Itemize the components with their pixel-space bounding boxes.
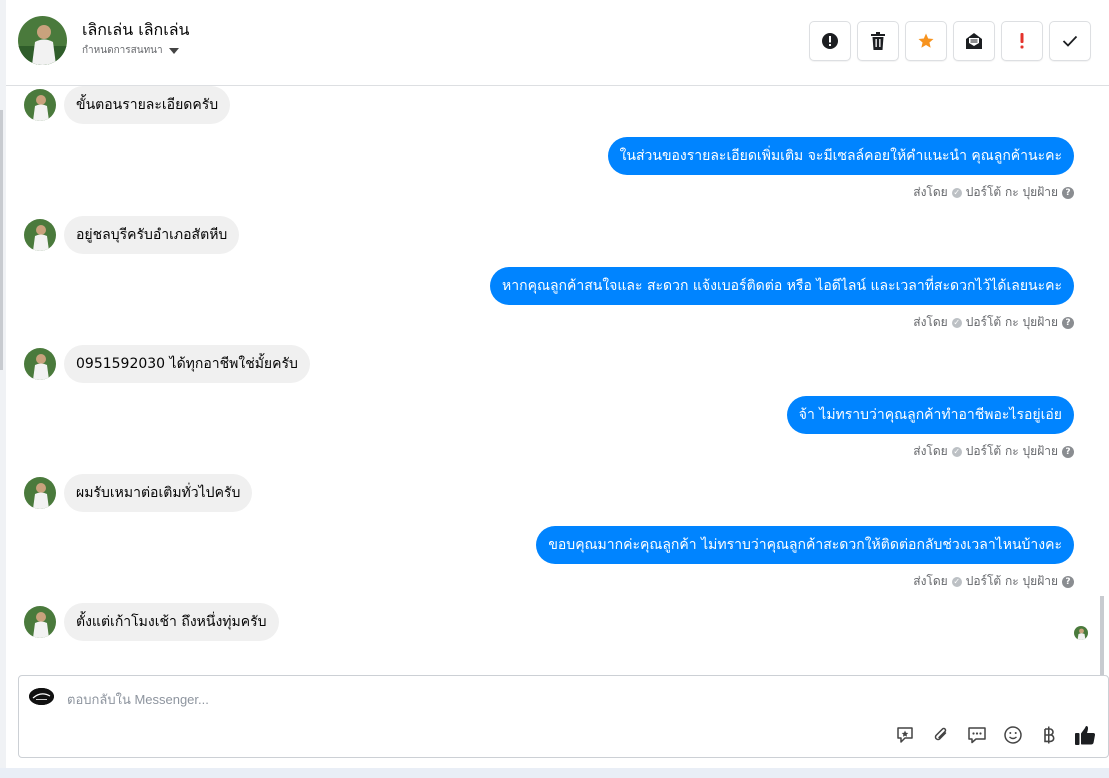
sent-by-info: ส่งโดย ✓ ปอร์โต้ กะ ปุยฝ้าย? xyxy=(490,313,1074,332)
verified-icon: ✓ xyxy=(951,187,962,198)
message-bubble-incoming: อยู่ชลบุรีครับอำเภอสัตหีบ xyxy=(64,216,240,254)
sticker-button[interactable] xyxy=(892,722,918,748)
message-bubble-incoming: ขั้นตอนรายละเอียดครับ xyxy=(64,86,231,124)
sender-avatar xyxy=(24,89,56,121)
verified-icon: ✓ xyxy=(951,576,962,587)
conversation-header: เลิกเล่น เลิกเล่น กำหนดการสนทนา xyxy=(6,0,1109,86)
conversation-settings-dropdown[interactable]: กำหนดการสนทนา xyxy=(82,43,179,58)
outgoing-message: จ้า ไม่ทราบว่าคุณลูกค้าทำอาชีพอะไรอยู่เอ… xyxy=(786,396,1074,461)
exclamation-icon xyxy=(1020,33,1024,49)
incoming-message: ขั้นตอนรายละเอียดครับ xyxy=(24,86,231,124)
check-icon xyxy=(1062,35,1078,47)
outgoing-message: ในส่วนของรายละเอียดเพิ่มเติม จะมีเซลล์คอ… xyxy=(607,137,1074,202)
mail-icon xyxy=(966,33,982,49)
message-bubble-outgoing: ในส่วนของรายละเอียดเพิ่มเติม จะมีเซลล์คอ… xyxy=(607,137,1074,175)
baht-icon xyxy=(1044,726,1055,744)
payment-button[interactable] xyxy=(1036,722,1062,748)
sent-by-info: ส่งโดย ✓ ปอร์โต้ กะ ปุยฝ้าย? xyxy=(608,183,1074,202)
sent-by-label: ส่งโดย xyxy=(913,444,948,458)
message-bubble-incoming: 0951592030 ได้ทุกอาชีพใช่มั้ยครับ xyxy=(64,345,310,383)
mark-unread-button[interactable] xyxy=(953,21,995,61)
like-button[interactable] xyxy=(1072,722,1098,748)
sender-name: ปอร์โต้ กะ ปุยฝ้าย xyxy=(965,574,1058,588)
message-bubble-outgoing: หากคุณลูกค้าสนใจและ สะดวก แจ้งเบอร์ติดต่… xyxy=(490,267,1074,305)
mark-done-button[interactable] xyxy=(1049,21,1091,61)
sender-avatar xyxy=(24,477,56,509)
sender-avatar xyxy=(24,219,56,251)
star-icon xyxy=(918,33,934,48)
star-button[interactable] xyxy=(905,21,947,61)
alert-icon xyxy=(822,33,838,49)
help-icon[interactable]: ? xyxy=(1062,316,1074,329)
alert-button[interactable] xyxy=(809,21,851,61)
reply-input[interactable]: ตอบกลับใน Messenger... xyxy=(67,689,209,710)
verified-icon: ✓ xyxy=(951,317,962,328)
emoji-icon xyxy=(1004,726,1022,744)
outgoing-message: หากคุณลูกค้าสนใจและ สะดวก แจ้งเบอร์ติดต่… xyxy=(490,267,1074,332)
incoming-message: 0951592030 ได้ทุกอาชีพใช่มั้ยครับ xyxy=(24,345,310,383)
sender-name: ปอร์โต้ กะ ปุยฝ้าย xyxy=(965,444,1058,458)
help-icon[interactable]: ? xyxy=(1062,575,1074,588)
incoming-message: ตั้งแต่เก้าโมงเช้า ถึงหนึ่งทุ่มครับ xyxy=(24,603,279,641)
page-avatar xyxy=(29,688,54,705)
attachment-icon xyxy=(934,727,947,741)
message-bubble-outgoing: ขอบคุณมากค่ะคุณลูกค้า ไม่ทราบว่าคุณลูกค้… xyxy=(536,526,1074,564)
sent-by-label: ส่งโดย xyxy=(913,574,948,588)
contact-avatar[interactable] xyxy=(18,16,67,65)
incoming-message: อยู่ชลบุรีครับอำเภอสัตหีบ xyxy=(24,216,240,254)
spam-button[interactable] xyxy=(1001,21,1043,61)
sender-name: ปอร์โต้ กะ ปุยฝ้าย xyxy=(965,185,1058,199)
verified-icon: ✓ xyxy=(951,446,962,457)
saved-replies-button[interactable] xyxy=(964,722,990,748)
message-bubble-outgoing: จ้า ไม่ทราบว่าคุณลูกค้าทำอาชีพอะไรอยู่เอ… xyxy=(786,396,1074,434)
emoji-button[interactable] xyxy=(1000,722,1026,748)
trash-icon xyxy=(871,32,885,50)
sticker-icon xyxy=(897,727,913,743)
sender-avatar xyxy=(24,348,56,380)
saved-reply-icon xyxy=(968,727,986,744)
help-icon[interactable]: ? xyxy=(1062,445,1074,458)
left-scrollbar[interactable] xyxy=(0,110,3,370)
attach-button[interactable] xyxy=(928,722,954,748)
sent-by-label: ส่งโดย xyxy=(913,315,948,329)
composer-toolbar xyxy=(892,722,1098,748)
delete-button[interactable] xyxy=(857,21,899,61)
sender-name: ปอร์โต้ กะ ปุยฝ้าย xyxy=(965,315,1058,329)
reply-composer: ตอบกลับใน Messenger... xyxy=(18,675,1109,758)
sender-avatar xyxy=(24,606,56,638)
incoming-message: ผมรับเหมาต่อเติมทั่วไปครับ xyxy=(24,474,253,512)
like-icon xyxy=(1075,726,1096,745)
seen-indicator-avatar xyxy=(1074,626,1088,640)
sent-by-info: ส่งโดย ✓ ปอร์โต้ กะ ปุยฝ้าย? xyxy=(536,572,1074,591)
outgoing-message: ขอบคุณมากค่ะคุณลูกค้า ไม่ทราบว่าคุณลูกค้… xyxy=(536,526,1074,591)
sent-by-info: ส่งโดย ✓ ปอร์โต้ กะ ปุยฝ้าย? xyxy=(787,442,1074,461)
sent-by-label: ส่งโดย xyxy=(913,185,948,199)
message-bubble-incoming: ผมรับเหมาต่อเติมทั่วไปครับ xyxy=(64,474,253,512)
header-toolbar xyxy=(809,21,1091,61)
bottom-strip xyxy=(0,768,1109,778)
help-icon[interactable]: ? xyxy=(1062,186,1074,199)
caret-down-icon xyxy=(168,47,179,54)
message-bubble-incoming: ตั้งแต่เก้าโมงเช้า ถึงหนึ่งทุ่มครับ xyxy=(64,603,279,641)
conversation-settings-label: กำหนดการสนทนา xyxy=(82,45,163,56)
contact-name[interactable]: เลิกเล่น เลิกเล่น xyxy=(82,18,189,43)
message-thread[interactable]: ขั้นตอนรายละเอียดครับ ในส่วนของรายละเอีย… xyxy=(6,86,1104,746)
